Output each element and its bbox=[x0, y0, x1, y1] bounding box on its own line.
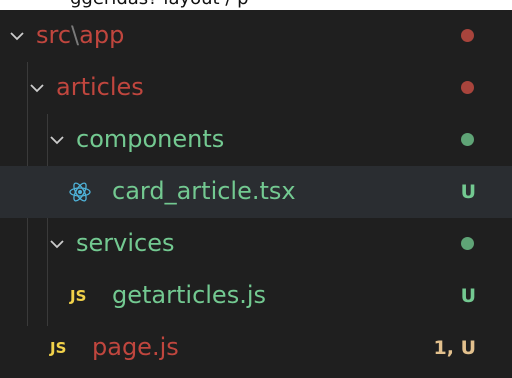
top-strip: ggeridas? layout / p bbox=[0, 0, 512, 10]
folder-label: articles bbox=[56, 73, 144, 101]
chevron-down-icon bbox=[10, 32, 24, 41]
file-label: page.js bbox=[92, 333, 179, 361]
cropped-header-text: ggeridas? layout / p bbox=[70, 0, 249, 9]
untracked-dot bbox=[461, 133, 474, 146]
chevron-down-icon bbox=[30, 84, 44, 93]
tree-item-articles[interactable]: articles bbox=[0, 62, 512, 114]
javascript-icon: JS bbox=[70, 287, 87, 305]
folder-label: services bbox=[76, 229, 175, 257]
git-status-badge: U bbox=[460, 285, 476, 307]
error-dot bbox=[461, 29, 474, 42]
file-label: card_article.tsx bbox=[112, 177, 296, 205]
tree-item-getarticles[interactable]: JS getarticles.js U bbox=[0, 270, 512, 322]
chevron-down-icon bbox=[50, 240, 64, 249]
tree-item-page[interactable]: JS page.js 1, U bbox=[0, 322, 512, 374]
folder-label: src\app bbox=[36, 19, 124, 51]
react-icon bbox=[69, 182, 91, 202]
tree-item-services[interactable]: services bbox=[0, 218, 512, 270]
tree-item-src-app[interactable]: src\app bbox=[0, 10, 512, 62]
folder-label: components bbox=[76, 125, 225, 153]
tree-item-card-article[interactable]: card_article.tsx U bbox=[0, 166, 512, 218]
error-dot bbox=[461, 81, 474, 94]
file-label: getarticles.js bbox=[112, 281, 266, 309]
untracked-dot bbox=[461, 237, 474, 250]
folder-name-app: app bbox=[79, 21, 125, 49]
javascript-icon: JS bbox=[50, 339, 67, 357]
folder-name-src: src bbox=[36, 21, 72, 49]
git-status-badge: 1, U bbox=[433, 337, 476, 359]
tree-item-components[interactable]: components bbox=[0, 114, 512, 166]
file-explorer-tree: src\app articles components card_article… bbox=[0, 10, 512, 378]
git-status-badge: U bbox=[460, 181, 476, 203]
path-separator: \ bbox=[71, 21, 80, 49]
chevron-down-icon bbox=[50, 136, 64, 145]
